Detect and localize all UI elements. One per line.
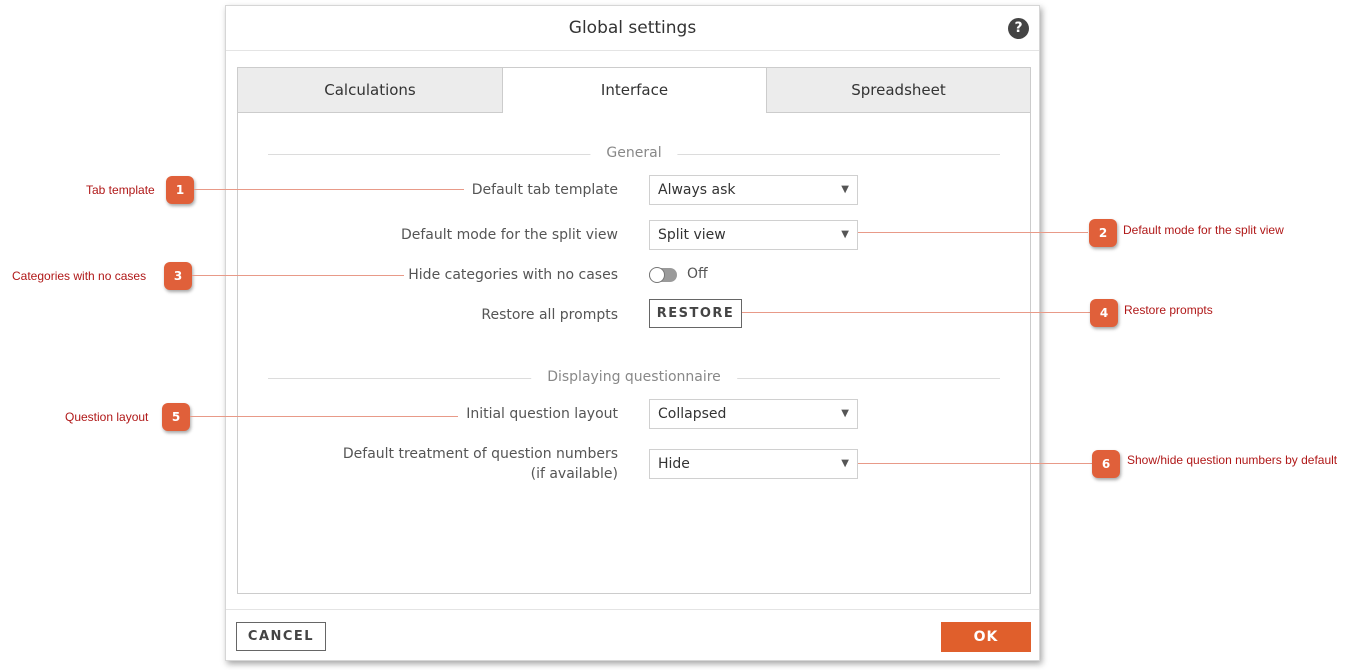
tab-interface[interactable]: Interface	[503, 68, 767, 113]
split-view-label: Default mode for the split view	[400, 227, 618, 243]
section-general-title: General	[590, 145, 678, 161]
callout-4-badge: 4	[1090, 299, 1118, 327]
callout-2-leader	[858, 232, 1088, 233]
question-numbers-value: Hide	[658, 456, 690, 472]
dialog-title: Global settings	[568, 18, 697, 38]
global-settings-dialog: Global settings ? Calculations Interface…	[225, 5, 1040, 661]
question-layout-select[interactable]: Collapsed ▼	[649, 399, 858, 429]
question-layout-value: Collapsed	[658, 406, 727, 422]
tab-spreadsheet[interactable]: Spreadsheet	[767, 68, 1030, 113]
callout-6-badge: 6	[1092, 450, 1120, 478]
question-numbers-select[interactable]: Hide ▼	[649, 449, 858, 479]
restore-prompts-label: Restore all prompts	[481, 307, 618, 323]
callout-1-badge: 1	[166, 176, 194, 204]
footer-divider	[226, 609, 1039, 610]
tab-calculations[interactable]: Calculations	[238, 68, 503, 113]
section-questionnaire-title: Displaying questionnaire	[531, 369, 737, 385]
callout-2-badge: 2	[1089, 219, 1117, 247]
question-layout-label: Initial question layout	[466, 406, 618, 422]
callout-5-text: Question layout	[65, 410, 149, 424]
callout-4-leader	[742, 312, 1090, 313]
callout-4-text: Restore prompts	[1124, 303, 1213, 317]
callout-3-text: Categories with no cases	[12, 269, 147, 283]
restore-button[interactable]: RESTORE	[649, 299, 742, 328]
toggle-knob	[649, 267, 665, 283]
callout-5-badge: 5	[162, 403, 190, 431]
caret-down-icon: ▼	[841, 408, 849, 419]
caret-down-icon: ▼	[841, 184, 849, 195]
tabs-panel: Calculations Interface Spreadsheet Gener…	[237, 67, 1031, 594]
tab-template-value: Always ask	[658, 182, 736, 198]
callout-5-leader	[190, 416, 458, 417]
caret-down-icon: ▼	[841, 458, 849, 469]
tab-template-select[interactable]: Always ask ▼	[649, 175, 858, 205]
callout-2-text: Default mode for the split view	[1123, 223, 1284, 237]
hide-categories-state: Off	[687, 266, 708, 282]
callout-6-text: Show/hide question numbers by default	[1127, 453, 1338, 467]
hide-categories-label: Hide categories with no cases	[408, 267, 618, 283]
split-view-select[interactable]: Split view ▼	[649, 220, 858, 250]
question-numbers-label-line2: (if available)	[530, 466, 618, 482]
section-questionnaire: Displaying questionnaire	[268, 369, 1000, 389]
callout-6-leader	[858, 463, 1092, 464]
tab-template-label: Default tab template	[471, 182, 618, 198]
callout-3-badge: 3	[164, 262, 192, 290]
callout-3-leader	[192, 275, 404, 276]
section-general: General	[268, 145, 1000, 165]
hide-categories-toggle[interactable]	[649, 267, 677, 283]
callout-1-leader	[194, 189, 464, 190]
question-numbers-label: Default treatment of question numbers (i…	[343, 444, 618, 484]
callout-1-text: Tab template	[86, 183, 155, 197]
question-numbers-label-line1: Default treatment of question numbers	[342, 446, 618, 462]
ok-button[interactable]: OK	[941, 622, 1031, 652]
caret-down-icon: ▼	[841, 229, 849, 240]
split-view-value: Split view	[658, 227, 726, 243]
dialog-header: Global settings ?	[226, 6, 1039, 51]
cancel-button[interactable]: CANCEL	[236, 622, 326, 651]
question-icon[interactable]: ?	[1008, 18, 1029, 39]
